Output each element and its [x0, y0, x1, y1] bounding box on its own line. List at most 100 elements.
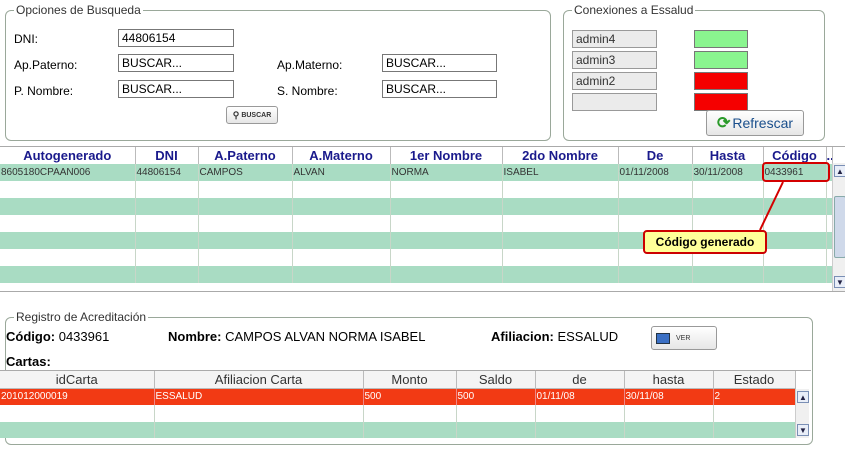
table-cell [292, 249, 391, 266]
table-cell: 8605180CPAAN006 [0, 164, 136, 181]
connection-status-indicator [694, 93, 748, 111]
afiliacion-value: ESSALUD [557, 329, 619, 344]
table-row[interactable] [0, 198, 833, 215]
buscar-button[interactable]: ⚲ BUSCAR [226, 106, 278, 124]
connection-status-indicator [694, 30, 748, 48]
table-cell [763, 181, 827, 198]
table-cell [135, 215, 199, 232]
table-cell [292, 198, 391, 215]
column-header[interactable]: idCarta [0, 371, 155, 389]
s-nombre-input[interactable]: BUSCAR... [382, 80, 497, 98]
ver-button-label: VER [676, 334, 691, 342]
table-cell [135, 266, 199, 283]
table-cell [713, 405, 796, 422]
scroll-down-icon[interactable]: ▼ [797, 424, 809, 436]
column-header[interactable]: Hasta [692, 147, 764, 164]
cartas-scrollbar[interactable]: ▲ ▼ [795, 389, 809, 438]
column-header[interactable]: hasta [624, 371, 714, 389]
column-header[interactable]: A.Materno [292, 147, 391, 164]
ap-paterno-input[interactable]: BUSCAR... [118, 54, 234, 72]
table-cell [135, 198, 199, 215]
scroll-down-icon[interactable]: ▼ [834, 276, 845, 288]
connection-status-indicator [694, 51, 748, 69]
dni-input[interactable]: 44806154 [118, 29, 234, 47]
column-header[interactable]: De [618, 147, 693, 164]
search-options-title: Opciones de Busqueda [14, 3, 143, 17]
table-cell [763, 266, 827, 283]
column-header[interactable]: Autogenerado [0, 147, 136, 164]
column-header[interactable]: Estado [713, 371, 796, 389]
column-header[interactable]: DNI [135, 147, 199, 164]
table-cell: ESSALUD [154, 388, 364, 405]
table-cell: ISABEL [502, 164, 619, 181]
table-cell: 500 [456, 388, 536, 405]
table-row[interactable]: 201012000019 ESSALUD 500 500 01/11/08 30/11/0… [0, 388, 796, 405]
cartas-table: idCarta Afiliacion Carta Monto Saldo de hasta… [0, 371, 796, 438]
table-cell [456, 405, 536, 422]
table-cell [502, 266, 619, 283]
table-cell [198, 232, 293, 249]
scroll-thumb[interactable] [834, 196, 845, 258]
table-cell: 30/11/2008 [692, 164, 764, 181]
refrescar-button-label: Refrescar [732, 115, 794, 131]
ap-materno-label: Ap.Materno: [277, 58, 343, 72]
table-cell [456, 422, 536, 438]
scroll-up-icon[interactable]: ▲ [834, 165, 845, 177]
afiliacion-field: Afiliacion: ESSALUD [491, 329, 618, 344]
table-cell [502, 232, 619, 249]
table-cell [292, 232, 391, 249]
refresh-icon: ⟳ [716, 115, 731, 132]
table-cell [713, 422, 796, 438]
table-cell [198, 266, 293, 283]
table-cell: CAMPOS [198, 164, 293, 181]
column-header[interactable]: 2do Nombre [502, 147, 619, 164]
table-row[interactable] [0, 266, 833, 283]
table-row[interactable] [0, 405, 796, 422]
search-options-group: Opciones de Busqueda [5, 3, 551, 141]
column-header[interactable]: 1er Nombre [390, 147, 503, 164]
scroll-up-icon[interactable]: ▲ [797, 391, 809, 403]
table-cell [135, 249, 199, 266]
connection-name [572, 93, 657, 111]
table-cell [763, 215, 827, 232]
table-cell [0, 215, 136, 232]
connection-name: admin2 [572, 72, 657, 90]
table-cell [763, 249, 827, 266]
ver-button[interactable]: VER [651, 326, 717, 350]
column-header[interactable]: Monto [363, 371, 457, 389]
p-nombre-input[interactable]: BUSCAR... [118, 80, 234, 98]
table-cell [135, 181, 199, 198]
column-header[interactable]: Saldo [456, 371, 536, 389]
results-scrollbar[interactable]: ▲ ▼ [832, 163, 845, 291]
table-row[interactable]: 8605180CPAAN006 44806154 CAMPOS ALVAN NORMA I… [0, 164, 833, 181]
table-cell [692, 181, 764, 198]
column-header[interactable]: Afiliacion Carta [154, 371, 364, 389]
column-header[interactable]: A.Paterno [198, 147, 293, 164]
table-cell [135, 232, 199, 249]
connection-name: admin4 [572, 30, 657, 48]
table-cell [535, 405, 625, 422]
table-cell [502, 249, 619, 266]
table-cell [363, 422, 457, 438]
table-cell [390, 232, 503, 249]
table-row[interactable] [0, 422, 796, 438]
column-header[interactable]: de [535, 371, 625, 389]
refrescar-button[interactable]: ⟳ Refrescar [706, 110, 804, 136]
connections-title: Conexiones a Essalud [572, 3, 696, 17]
table-cell [535, 422, 625, 438]
table-cell [0, 181, 136, 198]
codigo-field: Código: 0433961 [6, 329, 109, 344]
nombre-value: CAMPOS ALVAN NORMA ISABEL [225, 329, 426, 344]
table-cell: 500 [363, 388, 457, 405]
cartas-grid: idCarta Afiliacion Carta Monto Saldo de hasta… [0, 370, 811, 438]
table-cell [692, 266, 764, 283]
table-cell [198, 181, 293, 198]
table-row[interactable] [0, 181, 833, 198]
table-cell: 201012000019 [0, 388, 155, 405]
ap-materno-input[interactable]: BUSCAR... [382, 54, 497, 72]
table-cell [390, 266, 503, 283]
cartas-label: Cartas: [6, 354, 51, 369]
p-nombre-label: P. Nombre: [14, 84, 74, 98]
table-cell [390, 181, 503, 198]
table-cell [292, 266, 391, 283]
